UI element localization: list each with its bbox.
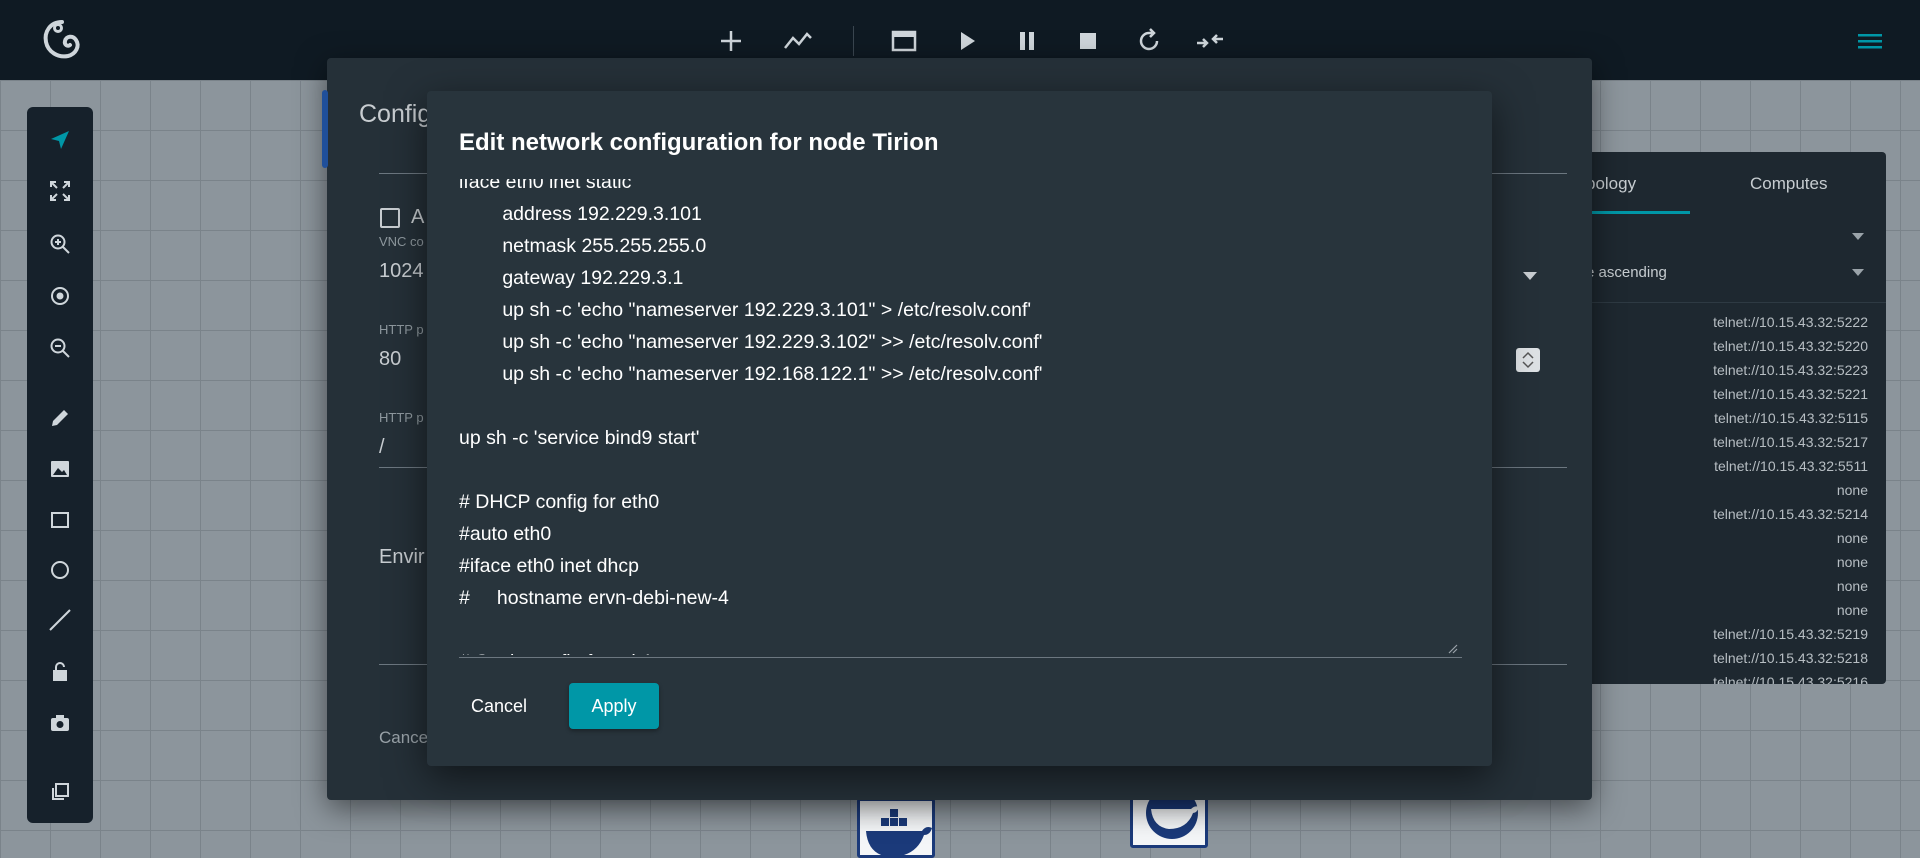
docker-whale-icon — [866, 809, 932, 855]
stop-icon[interactable] — [1071, 24, 1105, 58]
http-port-label: HTTP p — [379, 322, 424, 337]
docker-whale-icon — [1146, 793, 1199, 839]
left-tool-panel — [27, 107, 93, 823]
tab-topology[interactable]: pology — [1586, 174, 1636, 194]
tab-computes[interactable]: Computes — [1750, 174, 1827, 194]
apply-button[interactable]: Apply — [569, 683, 659, 729]
modal-title: Edit network configuration for node Tiri… — [459, 129, 939, 156]
gns3-logo-icon[interactable] — [40, 18, 84, 62]
config-line: gateway 192.229.3.1 — [459, 267, 684, 289]
configurator-cancel-button[interactable]: Cance — [379, 728, 428, 748]
textarea-underline — [459, 657, 1462, 658]
config-textarea[interactable]: iface eth0 inet static address 192.229.3… — [459, 179, 1462, 655]
reload-icon[interactable] — [1132, 24, 1166, 58]
network-config-modal: Edit network configuration for node Tiri… — [427, 91, 1492, 766]
ellipse-icon[interactable] — [44, 554, 76, 586]
zoom-in-icon[interactable] — [44, 228, 76, 260]
console-entry: telnet://10.15.43.32:5222 — [1713, 314, 1868, 330]
console-entry: telnet://10.15.43.32:5221 — [1713, 386, 1868, 402]
config-line: # hostname ervn-debi-new-4 — [459, 587, 729, 609]
console-entry: none — [1836, 554, 1868, 570]
console-entry: telnet://10.15.43.32:5223 — [1713, 362, 1868, 378]
config-line: #iface eth0 inet dhcp — [459, 555, 639, 577]
zoom-out-icon[interactable] — [44, 332, 76, 364]
rectangle-icon[interactable] — [44, 504, 76, 536]
http-path-value[interactable]: / — [379, 436, 385, 459]
chart-line-icon[interactable] — [781, 24, 815, 58]
config-line: address 192.229.3.101 — [459, 203, 702, 225]
vnc-dropdown-arrow[interactable] — [1523, 268, 1537, 286]
config-line: up sh -c 'echo "nameserver 192.229.3.101… — [459, 299, 1032, 321]
environment-label: Envir — [379, 546, 425, 568]
vnc-value[interactable]: 1024 — [379, 260, 424, 283]
network-config-editor[interactable]: iface eth0 inet static address 192.229.3… — [459, 179, 1462, 755]
config-line: iface eth0 inet static — [459, 179, 632, 193]
toolbar-divider — [853, 26, 854, 56]
config-line: up sh -c 'echo "nameserver 192.168.122.1… — [459, 363, 1043, 385]
console-entry: telnet://10.15.43.32:5115 — [1714, 410, 1868, 426]
configurator-tab-marker — [322, 90, 328, 168]
console-entry: telnet://10.15.43.32:5214 — [1713, 506, 1868, 522]
console-entry: none — [1836, 530, 1868, 546]
panel-divider — [1550, 302, 1886, 303]
play-icon[interactable] — [950, 24, 984, 58]
http-port-value[interactable]: 80 — [379, 348, 401, 371]
reset-zoom-icon[interactable] — [44, 280, 76, 312]
console-entry: telnet://10.15.43.32:5216 — [1713, 674, 1868, 684]
pencil-icon[interactable] — [44, 402, 76, 434]
fit-screen-icon[interactable] — [44, 175, 76, 207]
console-entry: telnet://10.15.43.32:5220 — [1713, 338, 1868, 354]
menu-list-icon[interactable] — [1856, 28, 1884, 54]
configurator-title: Config — [359, 100, 432, 128]
add-icon[interactable] — [714, 24, 748, 58]
config-line: up sh -c 'service bind9 start' — [459, 427, 700, 449]
camera-icon[interactable] — [44, 707, 76, 739]
console-entry: telnet://10.15.43.32:5218 — [1713, 650, 1868, 666]
image-icon[interactable] — [44, 453, 76, 485]
pointer-icon[interactable] — [44, 124, 76, 156]
config-line: #auto eth0 — [459, 523, 552, 545]
docker-node-1[interactable] — [857, 798, 935, 858]
sort-dropdown-arrow[interactable] — [1852, 264, 1864, 281]
vnc-label: VNC co — [379, 234, 424, 249]
console-entry: none — [1836, 602, 1868, 618]
copy-icon[interactable] — [44, 776, 76, 808]
filter-dropdown-arrow[interactable] — [1852, 228, 1864, 245]
resize-handle-icon[interactable] — [1446, 641, 1458, 654]
config-line: up sh -c 'echo "nameserver 192.229.3.102… — [459, 331, 1043, 353]
panel-tabs: pology Computes — [1550, 152, 1886, 216]
port-stepper[interactable] — [1516, 348, 1540, 372]
cancel-button[interactable]: Cancel — [459, 683, 539, 729]
topology-summary-panel: pology Computes e ascending telnet://10.… — [1550, 152, 1886, 684]
http-path-label: HTTP p — [379, 410, 424, 425]
sort-select[interactable]: e ascending — [1586, 264, 1667, 281]
console-entry: telnet://10.15.43.32:5511 — [1714, 458, 1868, 474]
checkbox-label: A — [411, 206, 425, 228]
window-icon[interactable] — [887, 24, 921, 58]
console-entry: none — [1836, 482, 1868, 498]
config-line: # DHCP config for eth0 — [459, 491, 660, 513]
console-entry: telnet://10.15.43.32:5217 — [1713, 434, 1868, 450]
config-line: # Static config for eth1 — [459, 646, 653, 655]
console-entry: none — [1836, 578, 1868, 594]
configurator-checkbox[interactable] — [380, 208, 400, 228]
pause-icon[interactable] — [1010, 24, 1044, 58]
console-entry: telnet://10.15.43.32:5219 — [1713, 626, 1868, 642]
config-line: netmask 255.255.255.0 — [459, 235, 707, 257]
lock-icon[interactable] — [44, 656, 76, 688]
compress-icon[interactable] — [1193, 24, 1227, 58]
line-icon[interactable] — [44, 604, 76, 636]
